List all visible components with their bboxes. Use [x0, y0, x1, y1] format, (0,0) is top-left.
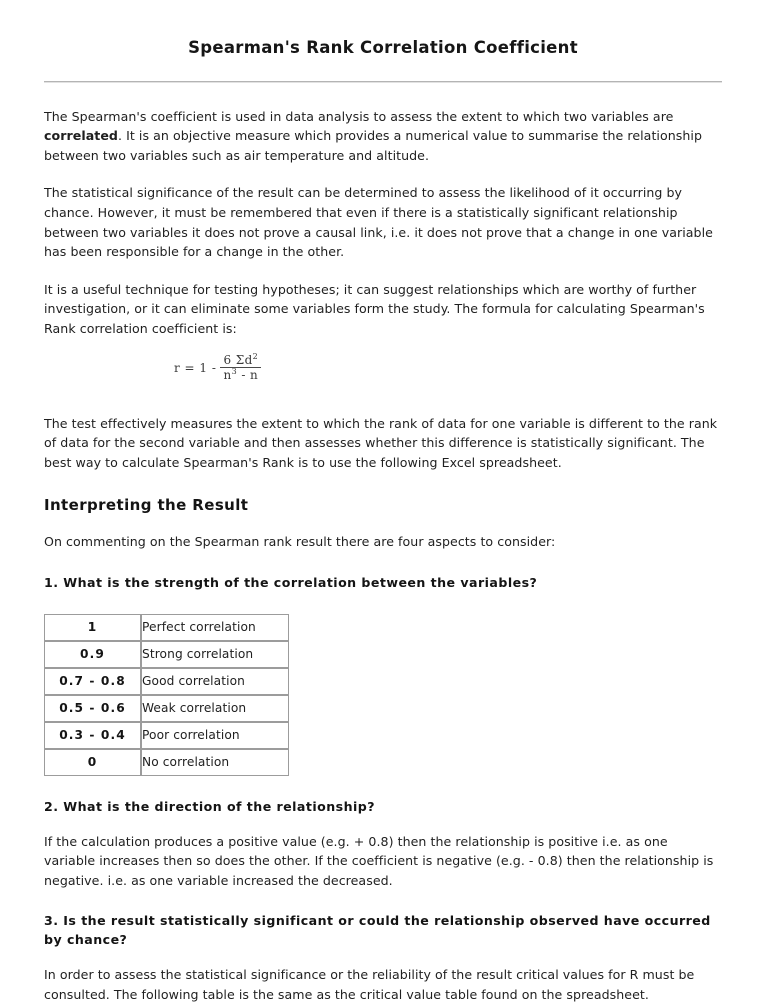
formula-numerator-coefficient: 6	[223, 352, 232, 367]
formula-block: r = 1 - 6 Σd2 n3 - n	[44, 351, 722, 397]
table-row: 0.7 - 0.8 Good correlation	[44, 667, 289, 695]
paragraph-direction-body: If the calculation produces a positive v…	[44, 833, 714, 888]
table-row: 0.5 - 0.6 Weak correlation	[44, 694, 289, 722]
formula-fraction: 6 Σd2 n3 - n	[220, 351, 262, 382]
paragraph-test-measures: The test effectively measures the extent…	[44, 415, 718, 470]
table-row: 1 Perfect correlation	[44, 613, 289, 641]
strength-table-container: 1 Perfect correlation 0.9 Strong correla…	[44, 613, 722, 776]
paragraph-statistical-significance: The statistical significance of the resu…	[44, 185, 713, 260]
question-2-direction: 2. What is the direction of the relation…	[44, 798, 375, 814]
paragraph-intro-emphasis: correlated	[44, 128, 118, 144]
question-1-strength: 1. What is the strength of the correlati…	[44, 574, 538, 590]
table-row: 0.9 Strong correlation	[44, 640, 289, 668]
formula-denominator-tail: - n	[237, 367, 259, 382]
table-cell-value: 0	[44, 748, 141, 776]
spearman-formula: r = 1 - 6 Σd2 n3 - n	[174, 351, 262, 382]
table-row: 0.3 - 0.4 Poor correlation	[44, 721, 289, 749]
table-cell-value: 0.3 - 0.4	[44, 721, 141, 749]
table-cell-description: Strong correlation	[141, 640, 289, 668]
paragraph-significance-body: In order to assess the statistical signi…	[44, 967, 695, 1003]
paragraph-commenting: On commenting on the Spearman rank resul…	[44, 534, 556, 550]
paragraph-intro-post: . It is an objective measure which provi…	[44, 128, 702, 163]
formula-denominator-base: n	[223, 367, 232, 382]
formula-lead: r = 1 -	[174, 361, 217, 376]
table-cell-value: 0.5 - 0.6	[44, 694, 141, 722]
formula-numerator-symbol: Σd	[235, 352, 253, 367]
formula-numerator: 6 Σd2	[220, 351, 262, 368]
table-cell-description: Good correlation	[141, 667, 289, 695]
title-divider	[44, 80, 722, 83]
paragraph-intro: The Spearman's coefficient is used in da…	[44, 107, 722, 166]
correlation-strength-table: 1 Perfect correlation 0.9 Strong correla…	[44, 613, 289, 776]
table-cell-description: Weak correlation	[141, 694, 289, 722]
paragraph-useful-technique: It is a useful technique for testing hyp…	[44, 281, 705, 336]
table-cell-description: Perfect correlation	[141, 613, 289, 641]
question-3-significance: 3. Is the result statistically significa…	[44, 913, 711, 948]
table-row: 0 No correlation	[44, 748, 289, 776]
correlation-strength-table-body: 1 Perfect correlation 0.9 Strong correla…	[44, 613, 289, 776]
document-content: Spearman's Rank Correlation Coefficient …	[44, 0, 722, 1005]
formula-numerator-exponent: 2	[252, 351, 259, 361]
table-cell-value: 0.7 - 0.8	[44, 667, 141, 695]
table-cell-description: No correlation	[141, 748, 289, 776]
table-cell-value: 0.9	[44, 640, 141, 668]
table-cell-value: 1	[44, 613, 141, 641]
section-heading-interpreting-the-result: Interpreting the Result	[44, 496, 249, 515]
formula-denominator: n3 - n	[220, 367, 261, 382]
page-title: Spearman's Rank Correlation Coefficient	[188, 38, 578, 57]
paragraph-intro-pre: The Spearman's coefficient is used in da…	[44, 108, 674, 124]
document-page: Spearman's Rank Correlation Coefficient …	[0, 0, 768, 1002]
table-cell-description: Poor correlation	[141, 721, 289, 749]
